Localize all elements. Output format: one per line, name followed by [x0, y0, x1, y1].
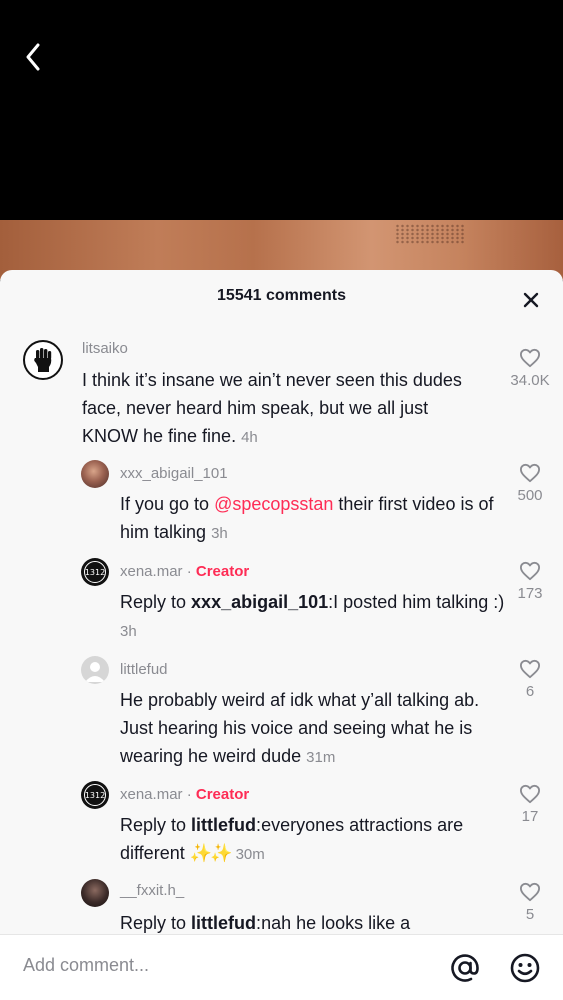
sparkles-emoji: ✨✨ [189, 843, 233, 863]
heart-outline-icon [520, 463, 540, 483]
like-button[interactable]: 500 [500, 463, 560, 504]
like-button[interactable]: 6 [500, 659, 560, 700]
avatar-text: 1312 [84, 561, 106, 583]
avatar[interactable] [23, 340, 63, 380]
like-count: 34.0K [510, 372, 550, 389]
reply-target[interactable]: littlefud [191, 815, 256, 835]
heart-outline-icon [520, 882, 540, 902]
comment-timestamp: 30m [235, 846, 265, 863]
reply-prefix: Reply to [120, 592, 192, 612]
back-button[interactable] [18, 40, 48, 74]
comment-text: I think it’s insane we ain’t never seen … [82, 366, 482, 452]
comment-input-bar: Add comment... [0, 934, 563, 1000]
comment-text: He probably weird af idk what y’all talk… [120, 686, 510, 772]
like-count: 500 [517, 487, 543, 504]
default-user-icon [85, 662, 105, 682]
heart-outline-icon [520, 784, 540, 804]
reply-target[interactable]: littlefud [191, 913, 256, 933]
mention-button[interactable] [449, 952, 481, 984]
heart-outline-icon [520, 561, 540, 581]
comment-timestamp: 4h [241, 429, 258, 446]
comment-body: I posted him talking :) [333, 592, 505, 612]
comment-text: Reply to xxx_abigail_101:I posted him ta… [120, 588, 510, 646]
smiley-icon [510, 953, 540, 983]
creator-badge: Creator [195, 563, 250, 580]
like-count: 17 [521, 808, 539, 825]
separator: · [182, 786, 196, 803]
comment-username[interactable]: littlefud [120, 661, 168, 678]
separator: · [182, 563, 196, 580]
username-text: xena.mar [120, 563, 183, 580]
video-player[interactable] [0, 0, 563, 220]
reply-prefix: Reply to [120, 913, 192, 933]
comment-username[interactable]: __fxxit.h_ [120, 882, 184, 899]
comment-text: Reply to littlefud:nah he looks like a [120, 909, 510, 937]
comment-timestamp: 31m [306, 749, 336, 766]
heart-outline-icon [520, 348, 540, 368]
comment-username[interactable]: xena.mar · Creator [120, 563, 249, 580]
comment-timestamp: 3h [120, 623, 137, 640]
add-comment-input[interactable]: Add comment... [23, 955, 149, 976]
comment-username[interactable]: xxx_abigail_101 [120, 465, 228, 482]
like-button[interactable]: 17 [500, 784, 560, 825]
chevron-left-icon [26, 43, 40, 71]
at-sign-icon [451, 954, 479, 982]
comment-body: nah he looks like a [261, 913, 411, 933]
avatar[interactable]: 1312 [81, 558, 109, 586]
like-button[interactable]: 34.0K [500, 348, 560, 389]
comment-body: If you go to [120, 494, 215, 514]
avatar[interactable] [81, 460, 109, 488]
avatar[interactable] [81, 879, 109, 907]
close-button[interactable] [518, 287, 544, 313]
comment-username[interactable]: xena.mar · Creator [120, 786, 249, 803]
like-count: 173 [517, 585, 543, 602]
reply-target[interactable]: xxx_abigail_101 [191, 592, 328, 612]
like-button[interactable]: 173 [500, 561, 560, 602]
comment-text: If you go to @specopsstan their first vi… [120, 490, 510, 548]
like-count: 5 [525, 906, 535, 923]
comment-timestamp: 3h [211, 525, 228, 542]
avatar[interactable] [81, 656, 109, 684]
comment-body: I think it’s insane we ain’t never seen … [82, 370, 462, 446]
avatar[interactable]: 1312 [81, 781, 109, 809]
comment-username[interactable]: litsaiko [82, 340, 128, 357]
comments-sheet: 15541 comments litsaiko I think it’s ins… [0, 270, 563, 1000]
like-button[interactable]: 5 [500, 882, 560, 923]
comments-header: 15541 comments [0, 270, 563, 324]
comment-text: Reply to littlefud:everyones attractions… [120, 811, 510, 869]
username-text: xena.mar [120, 786, 183, 803]
mention-link[interactable]: @specopsstan [214, 494, 333, 514]
close-icon [523, 292, 539, 308]
comment-body: He probably weird af idk what y’all talk… [120, 690, 480, 766]
like-count: 6 [525, 683, 535, 700]
reply-prefix: Reply to [120, 815, 192, 835]
creator-badge: Creator [195, 786, 250, 803]
avatar-text: 1312 [84, 784, 106, 806]
heart-outline-icon [520, 659, 540, 679]
comment-count-title: 15541 comments [217, 287, 346, 304]
raised-fist-icon [34, 348, 52, 372]
emoji-button[interactable] [509, 952, 541, 984]
